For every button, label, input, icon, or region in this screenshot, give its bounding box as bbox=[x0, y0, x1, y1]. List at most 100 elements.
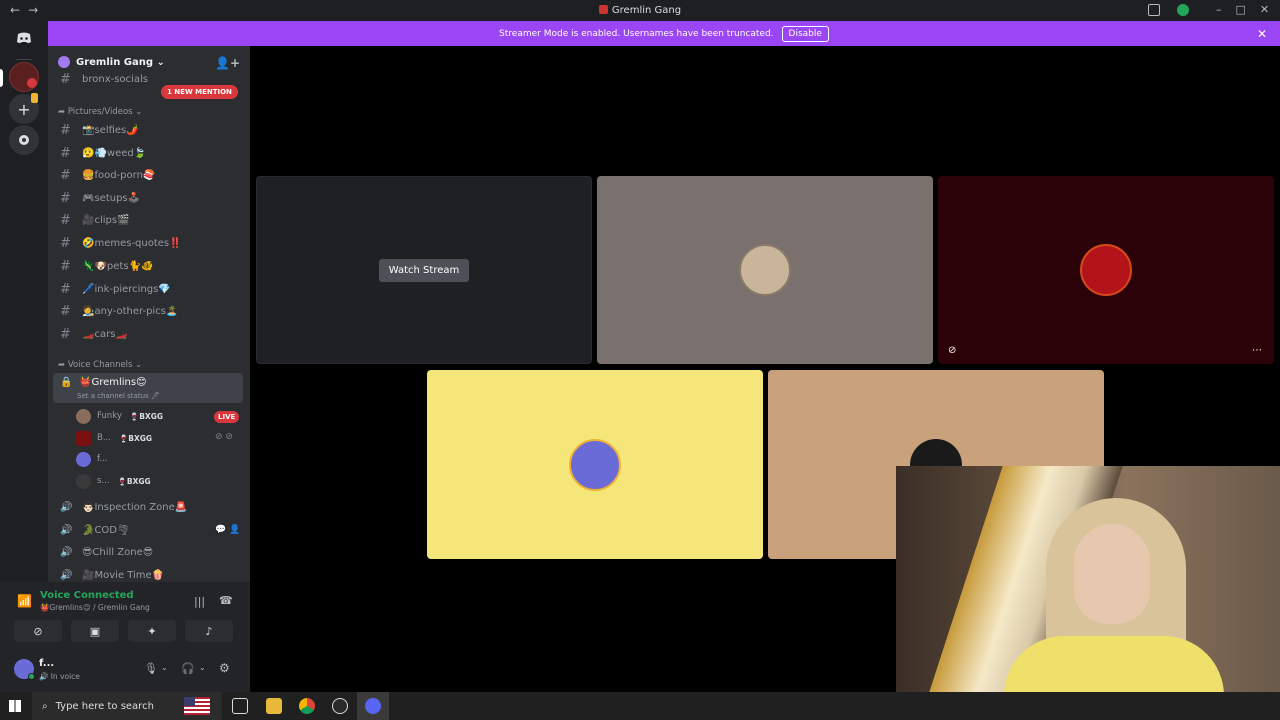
voice-user-s[interactable]: s... 🍷BXGG bbox=[76, 472, 151, 490]
explore-icon[interactable] bbox=[9, 125, 39, 155]
channel-name: 🏎️cars🏎️ bbox=[82, 328, 128, 340]
share-screen-button[interactable]: ▣ bbox=[71, 620, 119, 642]
participant-tile-yellow[interactable] bbox=[427, 370, 763, 559]
noise-suppression-icon[interactable]: ||| bbox=[194, 595, 205, 608]
inbox-icon[interactable] bbox=[1148, 4, 1160, 16]
hash-icon: # bbox=[60, 235, 71, 251]
channel-cars[interactable]: # 🏎️cars🏎️ bbox=[53, 324, 243, 344]
soundboard-button[interactable]: ♪ bbox=[185, 620, 233, 642]
person-face bbox=[1074, 524, 1150, 624]
disconnect-icon[interactable]: ☎ bbox=[219, 594, 233, 607]
file-explorer-icon[interactable] bbox=[266, 698, 282, 714]
channel-name: 🐊COD🌪 bbox=[82, 524, 130, 536]
microphone-icon[interactable]: 🎙 bbox=[144, 662, 158, 675]
speaker-icon: 🔊 bbox=[60, 569, 73, 581]
voice-channel-cod[interactable]: 🔊 🐊COD🌪 💬 👤 bbox=[53, 520, 243, 540]
channel-any-other-pics[interactable]: # 🧑‍🎨any-other-pics🏝️ bbox=[53, 301, 243, 321]
channel-name: 🍔food-porn🍣 bbox=[82, 169, 156, 181]
more-options-icon[interactable]: ⋯ bbox=[1252, 345, 1262, 356]
chrome-icon[interactable] bbox=[299, 698, 315, 714]
channel-memes-quotes[interactable]: # 🤣memes-quotes‼️ bbox=[53, 233, 243, 253]
taskbar-search[interactable]: ⌕ Type here to search bbox=[32, 692, 222, 720]
windows-start-icon[interactable] bbox=[9, 700, 21, 712]
channel-ink-piercings[interactable]: # 🖊️ink-piercings💎 bbox=[53, 279, 243, 299]
voice-channel-chill-zone[interactable]: 🔊 😎Chill Zone😎 bbox=[53, 542, 243, 562]
new-mention-pill[interactable]: 1 NEW MENTION bbox=[161, 85, 238, 99]
obs-icon[interactable] bbox=[332, 698, 348, 714]
hash-icon: # bbox=[60, 281, 71, 297]
invite-icon[interactable]: 👤 bbox=[229, 525, 240, 535]
chevron-down-icon[interactable]: ⌄ bbox=[199, 663, 206, 672]
channel-selfies[interactable]: # 📸selfies🌶️ bbox=[53, 120, 243, 140]
selected-indicator bbox=[0, 69, 3, 87]
camera-off-button[interactable]: ⊘ bbox=[14, 620, 62, 642]
maximize-button[interactable]: □ bbox=[1236, 3, 1246, 16]
guild-tag: 🍷BXGG bbox=[118, 433, 153, 443]
voice-user-f[interactable]: f... bbox=[76, 450, 107, 468]
participant-tile-maroon[interactable]: ⊘ ⋯ bbox=[938, 176, 1274, 364]
discord-taskbar-icon[interactable] bbox=[365, 698, 381, 714]
headphones-icon[interactable]: 🎧 bbox=[181, 662, 195, 675]
channel-sidebar: Gremlin Gang ⌄ 👤+ # bronx-socials 1 NEW M… bbox=[48, 46, 250, 582]
category-label[interactable]: ➦ Voice Channels ⌄ bbox=[58, 360, 142, 370]
server-name[interactable]: Gremlin Gang ⌄ bbox=[76, 57, 165, 68]
user-name: B... bbox=[97, 433, 111, 443]
hash-icon: # bbox=[60, 190, 71, 206]
chat-icon[interactable]: 💬 bbox=[215, 525, 226, 535]
voice-channel-inspection-zone[interactable]: 🔊 👨🏻Inspection Zone🚨 bbox=[53, 497, 243, 517]
activities-button[interactable]: ✦ bbox=[128, 620, 176, 642]
live-badge: LIVE bbox=[214, 411, 240, 423]
banner-close-icon[interactable]: ✕ bbox=[1257, 27, 1267, 41]
gremlin-gang-server-icon[interactable] bbox=[9, 62, 39, 92]
channel-status-button[interactable]: Set a channel status 🖊 bbox=[77, 392, 160, 400]
signal-icon[interactable]: 📶 bbox=[17, 594, 32, 608]
category-pictures-videos[interactable]: ➦ Pictures/Videos ⌄ bbox=[58, 107, 142, 117]
hash-icon: # bbox=[60, 258, 71, 274]
stream-preview-tile[interactable]: Watch Stream bbox=[256, 176, 592, 364]
hash-icon: # bbox=[60, 122, 71, 138]
channel-name: 😎Chill Zone😎 bbox=[82, 546, 154, 558]
channel-name: 🎥clips🎬 bbox=[82, 214, 130, 226]
voice-connected-label[interactable]: Voice Connected bbox=[40, 590, 134, 601]
channel-name: bronx-socials bbox=[82, 73, 148, 85]
guild-tag-text: BXGG bbox=[139, 411, 164, 421]
channel-pets[interactable]: # 🦎🐶pets🐈🐠 bbox=[53, 256, 243, 276]
help-icon[interactable] bbox=[1177, 4, 1189, 16]
avatar bbox=[76, 408, 91, 424]
close-window-button[interactable]: ✕ bbox=[1260, 3, 1269, 16]
voice-channel-gremlins[interactable]: 🔒 👹Gremlins😊 Set a channel status 🖊 bbox=[53, 373, 243, 403]
speaker-icon: 🔊 bbox=[60, 546, 73, 558]
search-placeholder[interactable]: Type here to search bbox=[56, 701, 154, 712]
windows-taskbar: ⌕ Type here to search bbox=[0, 692, 1280, 720]
flag-canton bbox=[184, 697, 195, 706]
server-emblem-icon bbox=[598, 5, 608, 14]
task-view-icon[interactable] bbox=[232, 698, 248, 714]
settings-gear-icon[interactable]: ⚙ bbox=[219, 661, 230, 675]
disable-button[interactable]: Disable bbox=[781, 25, 829, 42]
channel-clips[interactable]: # 🎥clips🎬 bbox=[53, 210, 243, 230]
discord-home-icon[interactable] bbox=[9, 23, 39, 53]
participant-tile-gray[interactable] bbox=[597, 176, 933, 364]
voice-channel-movie-time[interactable]: 🔊 🎥Movie Time🍿 bbox=[53, 565, 243, 582]
user-name: f... bbox=[97, 454, 108, 464]
voice-user-b[interactable]: B... 🍷BXGG bbox=[76, 429, 152, 447]
voice-user-funky[interactable]: Funky 🍷BXGG bbox=[76, 407, 163, 425]
channel-weed[interactable]: # 😮‍💨💨weed🍃 bbox=[53, 143, 243, 163]
channel-name: 🧑‍🎨any-other-pics🏝️ bbox=[82, 305, 179, 317]
guild-tag-text: BXGG bbox=[126, 476, 151, 486]
category-label[interactable]: ➦ Pictures/Videos ⌄ bbox=[58, 107, 142, 117]
server-boost-icon bbox=[58, 56, 70, 68]
category-voice-channels[interactable]: ➦ Voice Channels ⌄ bbox=[58, 360, 142, 370]
minimize-button[interactable]: – bbox=[1216, 3, 1222, 16]
guild-tag: 🍷BXGG bbox=[129, 411, 164, 421]
watch-stream-button[interactable]: Watch Stream bbox=[378, 258, 470, 282]
channel-food-porn[interactable]: # 🍔food-porn🍣 bbox=[53, 165, 243, 185]
window-title-text: Gremlin Gang bbox=[611, 5, 682, 16]
chevron-down-icon[interactable]: ⌄ bbox=[161, 663, 168, 672]
user-name[interactable]: f... bbox=[39, 658, 54, 669]
avatar bbox=[739, 244, 791, 296]
channel-setups[interactable]: # 🎮setups🕹️ bbox=[53, 188, 243, 208]
channel-partial[interactable]: # bronx-socials bbox=[53, 72, 243, 86]
voice-location[interactable]: 👹Gremlins😊 / Gremlin Gang bbox=[40, 603, 150, 612]
invite-people-icon[interactable]: 👤+ bbox=[215, 56, 240, 70]
